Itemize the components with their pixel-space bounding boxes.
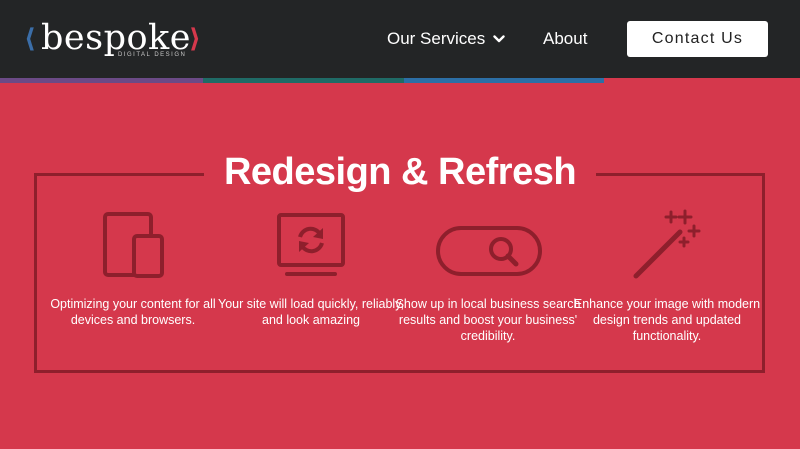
accent-stripe-teal [203,78,404,83]
site-header: ⟨ bespoke ⟩ DIGITAL DESIGN Our Services … [0,0,800,78]
nav-our-services[interactable]: Our Services [387,29,505,49]
nav-about[interactable]: About [543,29,587,49]
feature-text-search: Show up in local business search results… [395,297,581,343]
section-title: Redesign & Refresh [204,143,596,201]
nav-our-services-label: Our Services [387,29,486,48]
logo-tagline: DIGITAL DESIGN [118,52,187,58]
logo-left-bracket: ⟨ [24,24,36,54]
contact-us-button[interactable]: Contact Us [627,21,768,57]
chevron-down-icon [493,35,505,43]
feature-text-design: Enhance your image with modern design tr… [573,297,761,343]
search-bar-icon [436,226,542,276]
logo-right-bracket: ⟩ [189,24,201,54]
accent-stripe-blue [404,78,604,83]
feature-text-speed: Your site will load quickly, reliably, a… [218,297,404,327]
logo[interactable]: ⟨ bespoke ⟩ DIGITAL DESIGN [24,18,204,62]
devices-icon [103,212,164,278]
feature-text-devices: Optimizing your content for all devices … [50,297,216,327]
monitor-refresh-icon [277,213,345,276]
accent-stripe-purple [0,78,203,83]
magic-wand-icon [633,209,701,279]
